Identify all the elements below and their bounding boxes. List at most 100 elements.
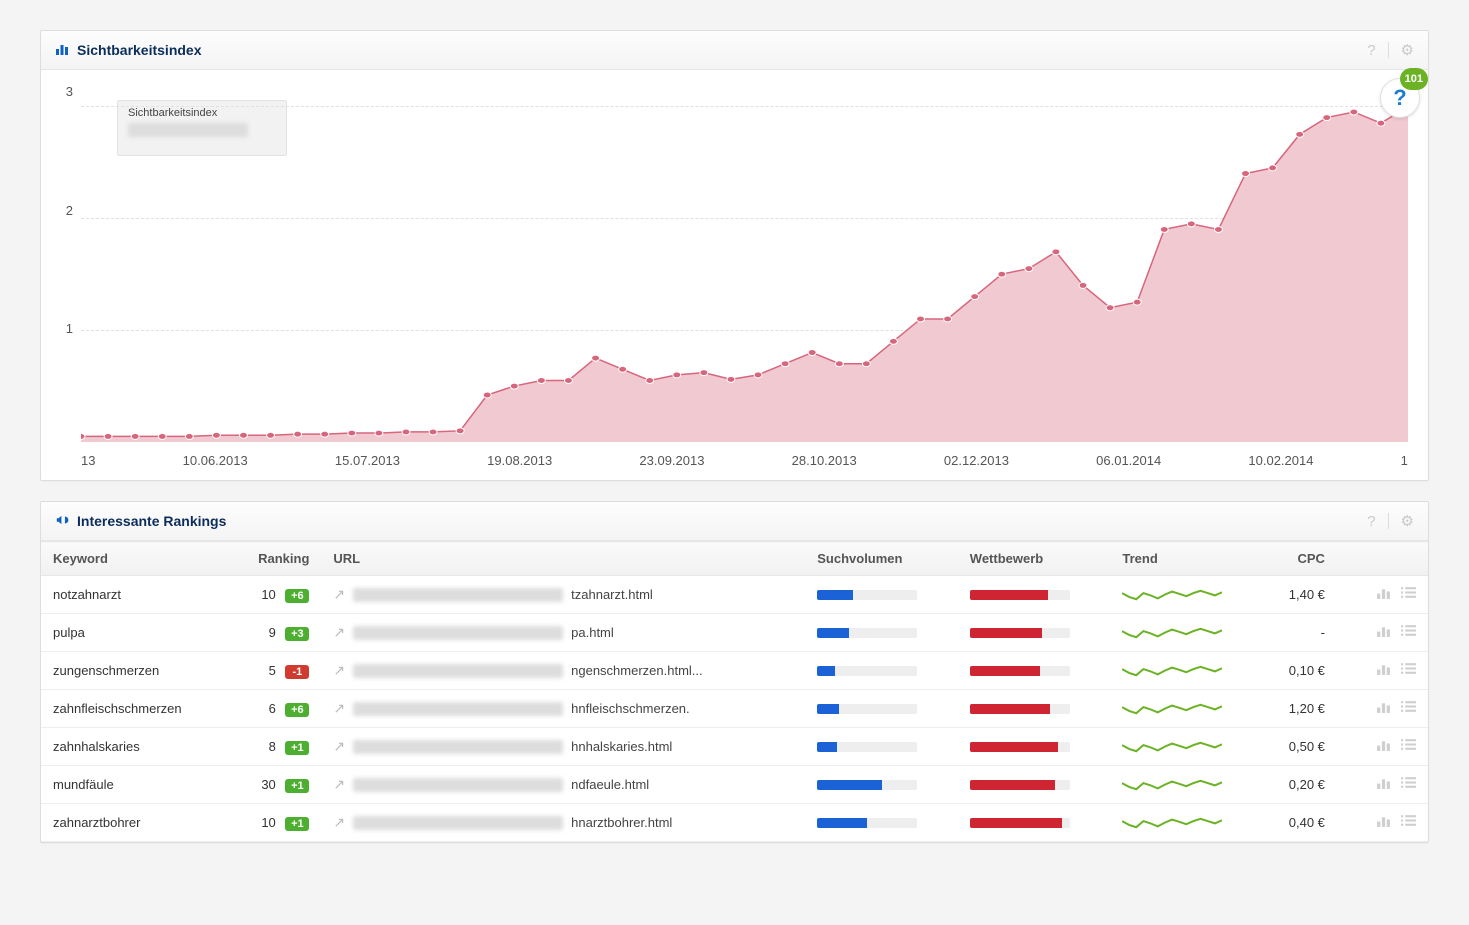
cell-url[interactable]: ↗ngenschmerzen.html...	[321, 652, 805, 690]
x-tick: 23.09.2013	[639, 453, 704, 468]
col-keyword[interactable]: Keyword	[41, 542, 229, 576]
chart-action-icon[interactable]	[1376, 663, 1391, 680]
list-action-icon[interactable]	[1401, 587, 1416, 604]
cell-keyword[interactable]: zungenschmerzen	[41, 652, 229, 690]
cell-actions	[1337, 614, 1428, 652]
list-action-icon[interactable]	[1401, 777, 1416, 794]
cell-cpc: 1,20 €	[1263, 690, 1337, 728]
cell-volume	[805, 804, 958, 842]
x-tick: 15.07.2013	[335, 453, 400, 468]
table-row: pulpa9 +3↗pa.html-	[41, 614, 1428, 652]
chart-action-icon[interactable]	[1376, 815, 1391, 832]
external-link-icon[interactable]: ↗	[333, 776, 345, 793]
cell-keyword[interactable]: zahnhalskaries	[41, 728, 229, 766]
cell-url[interactable]: ↗tzahnarzt.html	[321, 576, 805, 614]
rank-delta-badge: +1	[285, 817, 309, 831]
panel-title: Sichtbarkeitsindex	[77, 42, 1367, 58]
cell-keyword[interactable]: mundfäule	[41, 766, 229, 804]
y-tick: 1	[66, 321, 73, 336]
cell-actions	[1337, 690, 1428, 728]
cell-ranking: 8 +1	[229, 728, 322, 766]
chart-action-icon[interactable]	[1376, 739, 1391, 756]
rank-delta-badge: +1	[285, 779, 309, 793]
chart-action-icon[interactable]	[1376, 701, 1391, 718]
url-domain-blurred	[353, 778, 563, 792]
cell-competition	[958, 614, 1111, 652]
table-row: zahnarztbohrer10 +1↗hnarztbohrer.html0,4…	[41, 804, 1428, 842]
visibility-index-panel: Sichtbarkeitsindex ? ⚙ 101 ? Sichtbarkei…	[40, 30, 1429, 481]
list-action-icon[interactable]	[1401, 663, 1416, 680]
cell-actions	[1337, 766, 1428, 804]
col-url[interactable]: URL	[321, 542, 805, 576]
external-link-icon[interactable]: ↗	[333, 700, 345, 717]
cell-ranking: 5 -1	[229, 652, 322, 690]
list-action-icon[interactable]	[1401, 739, 1416, 756]
url-domain-blurred	[353, 664, 563, 678]
x-tick: 13	[81, 453, 95, 468]
cell-actions	[1337, 728, 1428, 766]
external-link-icon[interactable]: ↗	[333, 814, 345, 831]
panel-header: Sichtbarkeitsindex ? ⚙	[41, 31, 1428, 70]
list-action-icon[interactable]	[1401, 701, 1416, 718]
cell-competition	[958, 690, 1111, 728]
url-suffix: hnfleischschmerzen.	[571, 701, 690, 716]
bar-chart-icon	[55, 42, 69, 59]
cell-keyword[interactable]: zahnarztbohrer	[41, 804, 229, 842]
y-tick: 2	[66, 203, 73, 218]
cell-url[interactable]: ↗ hnfleischschmerzen.	[321, 690, 805, 728]
help-icon[interactable]: ?	[1367, 42, 1375, 59]
cell-trend	[1110, 652, 1263, 690]
x-tick: 06.01.2014	[1096, 453, 1161, 468]
url-suffix: pa.html	[571, 625, 614, 640]
table-row: mundfäule30 +1↗ndfaeule.html0,20 €	[41, 766, 1428, 804]
panel-header: Interessante Rankings ? ⚙	[41, 502, 1428, 541]
external-link-icon[interactable]: ↗	[333, 738, 345, 755]
col-competition[interactable]: Wettbewerb	[958, 542, 1111, 576]
cell-actions	[1337, 804, 1428, 842]
rankings-table: Keyword Ranking URL Suchvolumen Wettbewe…	[41, 541, 1428, 842]
list-action-icon[interactable]	[1401, 815, 1416, 832]
table-row: zungenschmerzen5 -1↗ngenschmerzen.html..…	[41, 652, 1428, 690]
cell-keyword[interactable]: notzahnarzt	[41, 576, 229, 614]
cell-volume	[805, 766, 958, 804]
cell-competition	[958, 804, 1111, 842]
col-ranking[interactable]: Ranking	[229, 542, 322, 576]
cell-ranking: 6 +6	[229, 690, 322, 728]
cell-url[interactable]: ↗ndfaeule.html	[321, 766, 805, 804]
line-chart	[81, 84, 1408, 442]
table-row: notzahnarzt10 +6↗tzahnarzt.html1,40 €	[41, 576, 1428, 614]
cell-trend	[1110, 766, 1263, 804]
external-link-icon[interactable]: ↗	[333, 662, 345, 679]
cell-keyword[interactable]: zahnfleischschmerzen	[41, 690, 229, 728]
cell-url[interactable]: ↗hnarztbohrer.html	[321, 804, 805, 842]
col-cpc[interactable]: CPC	[1263, 542, 1337, 576]
cell-url[interactable]: ↗hnhalskaries.html	[321, 728, 805, 766]
col-trend[interactable]: Trend	[1110, 542, 1263, 576]
col-volume[interactable]: Suchvolumen	[805, 542, 958, 576]
table-header-row: Keyword Ranking URL Suchvolumen Wettbewe…	[41, 542, 1428, 576]
external-link-icon[interactable]: ↗	[333, 624, 345, 641]
external-link-icon[interactable]: ↗	[333, 586, 345, 603]
chart-action-icon[interactable]	[1376, 625, 1391, 642]
gear-icon[interactable]: ⚙	[1401, 41, 1414, 59]
cell-trend	[1110, 614, 1263, 652]
url-domain-blurred	[353, 702, 563, 716]
cell-cpc: 0,10 €	[1263, 652, 1337, 690]
sparkline	[1122, 701, 1222, 717]
rank-delta-badge: +1	[285, 741, 309, 755]
gear-icon[interactable]: ⚙	[1401, 512, 1414, 530]
cell-volume	[805, 728, 958, 766]
url-domain-blurred	[353, 740, 563, 754]
notification-count-badge[interactable]: 101	[1400, 68, 1428, 90]
chart-action-icon[interactable]	[1376, 587, 1391, 604]
table-row: zahnhalskaries8 +1↗hnhalskaries.html0,50…	[41, 728, 1428, 766]
chart-action-icon[interactable]	[1376, 777, 1391, 794]
list-action-icon[interactable]	[1401, 625, 1416, 642]
rank-delta-badge: -1	[285, 665, 309, 679]
help-icon[interactable]: ?	[1367, 513, 1375, 530]
cell-keyword[interactable]: pulpa	[41, 614, 229, 652]
cell-ranking: 10 +6	[229, 576, 322, 614]
rank-delta-badge: +6	[285, 703, 309, 717]
cell-url[interactable]: ↗ pa.html	[321, 614, 805, 652]
cell-competition	[958, 766, 1111, 804]
